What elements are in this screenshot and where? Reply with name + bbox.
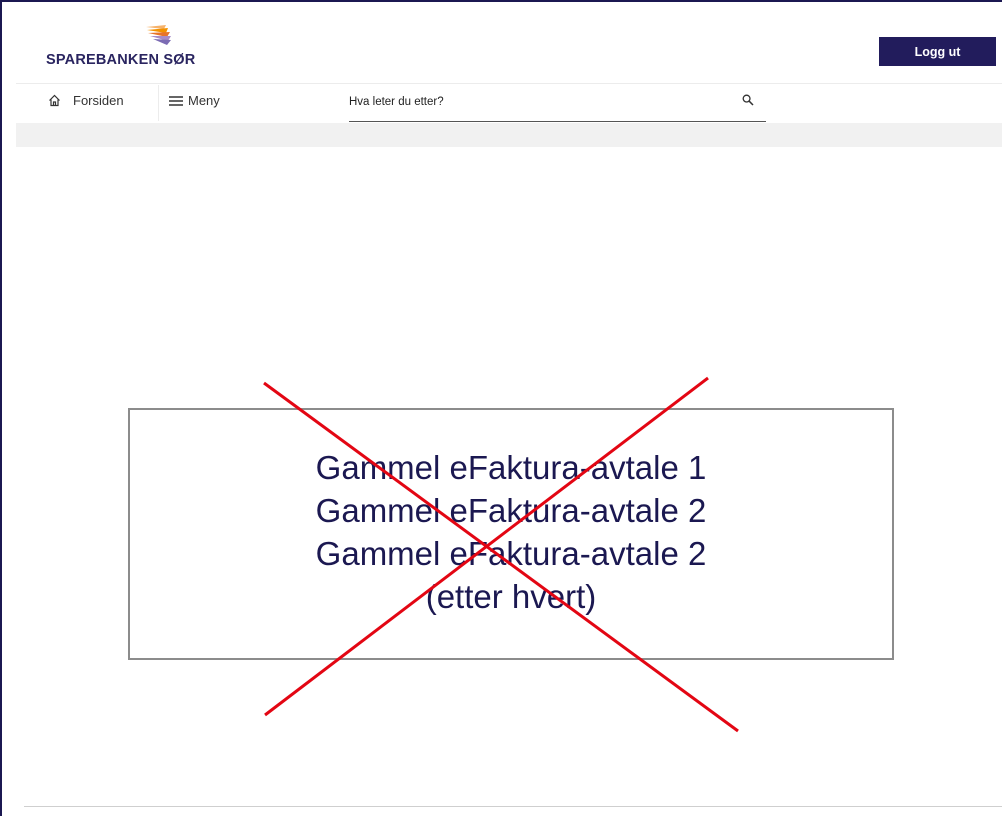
old-agreement-line: Gammel eFaktura-avtale 2	[315, 492, 707, 529]
old-efaktura-agreements-box: Gammel eFaktura-avtale 1 Gammel eFaktura…	[128, 408, 894, 660]
logo-text: SPAREBANKEN SØR	[46, 52, 196, 68]
logo-wing-icon	[146, 25, 171, 45]
nav-home-link[interactable]: Forsiden	[48, 93, 124, 108]
search-icon[interactable]	[742, 94, 754, 106]
search-field[interactable]: Hva leter du etter?	[349, 87, 766, 122]
bank-logo[interactable]: SPAREBANKEN SØR	[46, 24, 216, 68]
home-icon	[49, 94, 60, 107]
header-divider	[16, 83, 1002, 84]
old-agreement-line: Gammel eFaktura-avtale 2	[315, 535, 707, 572]
content-top-band	[16, 123, 1002, 147]
old-agreement-line: Gammel eFaktura-avtale 1	[315, 449, 707, 486]
content-bottom-border	[24, 806, 1002, 807]
app-frame: SPAREBANKEN SØR Logg ut Forsiden Meny Hv…	[0, 0, 1002, 816]
hamburger-icon	[169, 95, 183, 106]
nav-menu-button[interactable]: Meny	[169, 93, 220, 108]
search-placeholder: Hva leter du etter?	[349, 96, 444, 108]
old-agreements-list: Gammel eFaktura-avtale 1 Gammel eFaktura…	[130, 446, 892, 618]
old-agreement-note: (etter hvert)	[425, 578, 597, 615]
nav-divider	[158, 85, 159, 121]
nav-menu-label: Meny	[188, 93, 220, 108]
logout-button[interactable]: Logg ut	[879, 37, 996, 66]
nav-home-label: Forsiden	[73, 93, 124, 108]
